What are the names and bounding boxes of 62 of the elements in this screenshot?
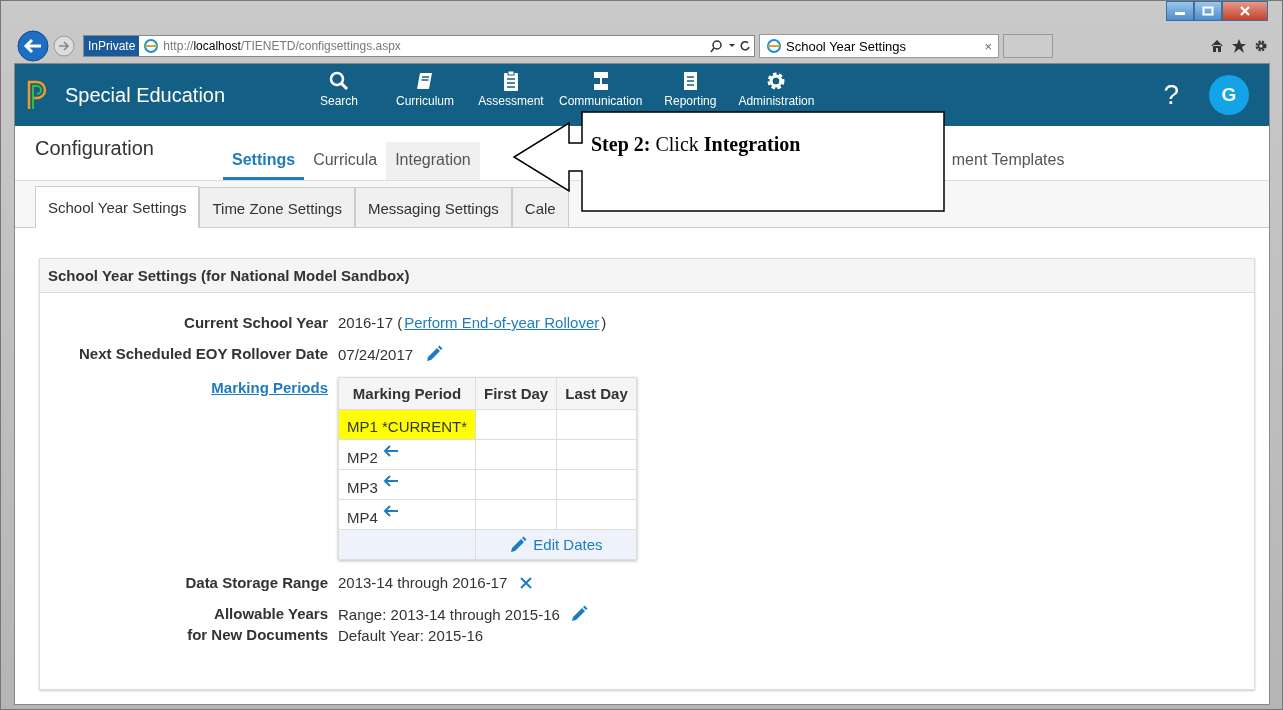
tab-title: School Year Settings [786,38,907,54]
inprivate-badge: InPrivate [84,36,140,56]
field-label: for New Documents [187,626,328,643]
field-value: Default Year: 2015-16 [338,627,484,644]
callout-text: Step 2: Click Integration [591,133,801,156]
nav-item[interactable]: Administration [736,64,817,108]
field-label: Allowable Years [214,605,328,622]
page-title: Configuration [35,137,155,160]
field-label: Next Scheduled EOY Rollover Date [78,345,328,363]
nav-item[interactable]: Communication [557,64,645,108]
table-cell: MP3 [338,469,476,500]
left-arrow-icon[interactable] [381,473,400,489]
nav-item[interactable]: Reporting [650,64,731,108]
tab-close[interactable]: × [984,38,992,54]
pencil-icon [509,535,528,554]
field-value: ) [601,314,607,331]
back-icon[interactable] [17,30,49,62]
table-cell: MP1 *CURRENT* [338,409,476,440]
field-value: 2016-17 ( [338,314,403,331]
app-title: Special Education [65,83,227,107]
left-arrow-icon[interactable] [381,503,400,519]
nav-item[interactable]: Assessment [471,64,551,108]
rollover-link[interactable]: Perform End-of-year Rollover [404,314,600,331]
logo-icon [25,79,47,111]
tab[interactable]: Cale [511,187,569,227]
table-cell: MP4 [338,499,476,530]
table-cell: MP2 [338,439,476,470]
tab[interactable]: ment Templates [949,142,1074,180]
pencil-icon[interactable] [425,345,444,363]
left-arrow-icon[interactable] [381,443,400,459]
nav-item[interactable]: Curriculum [385,64,465,108]
column-header: First Day [475,377,557,410]
pencil-icon[interactable] [569,605,588,623]
tab[interactable]: Curricula [304,142,387,180]
field-value: 2013-14 through 2016-17 [338,574,508,591]
search-icon [328,70,350,92]
tab[interactable]: Integration [386,142,480,180]
marking-periods-link[interactable]: Marking Periods [40,377,328,396]
help-button[interactable]: ? [1163,79,1179,111]
field-label: Data Storage Range [184,574,328,591]
column-header: Last Day [556,377,637,410]
settings-icon[interactable] [1254,39,1268,53]
star-icon[interactable] [1232,39,1246,53]
close-icon[interactable] [1222,1,1268,21]
browser-tab[interactable]: School Year Settings × [759,34,999,58]
field-label: Current School Year [183,314,328,331]
minimize-icon[interactable] [1166,1,1194,21]
clear-icon[interactable] [519,575,534,590]
url-text: http://localhost/TIENETD/configsettings.aspx [163,39,402,53]
nav-item[interactable]: Search [299,64,379,108]
tab[interactable]: Messaging Settings [354,187,512,227]
maximize-icon[interactable] [1194,1,1222,21]
field-value: 07/24/2017 [338,345,414,363]
tab[interactable]: Time Zone Settings [199,187,355,227]
column-header: Marking Period [338,377,476,410]
tab[interactable]: School Year Settings [35,186,200,228]
globe-icon [143,38,160,54]
address-bar[interactable]: InPrivate http://localhost/TIENETD/configsettings.aspx [83,35,755,57]
home-icon[interactable] [1210,39,1224,53]
card-title: School Year Settings (for National Model Sandbox) [40,259,1254,293]
field-value: Range: 2013-14 through 2015-16 [338,605,560,623]
globe-icon [766,38,782,54]
